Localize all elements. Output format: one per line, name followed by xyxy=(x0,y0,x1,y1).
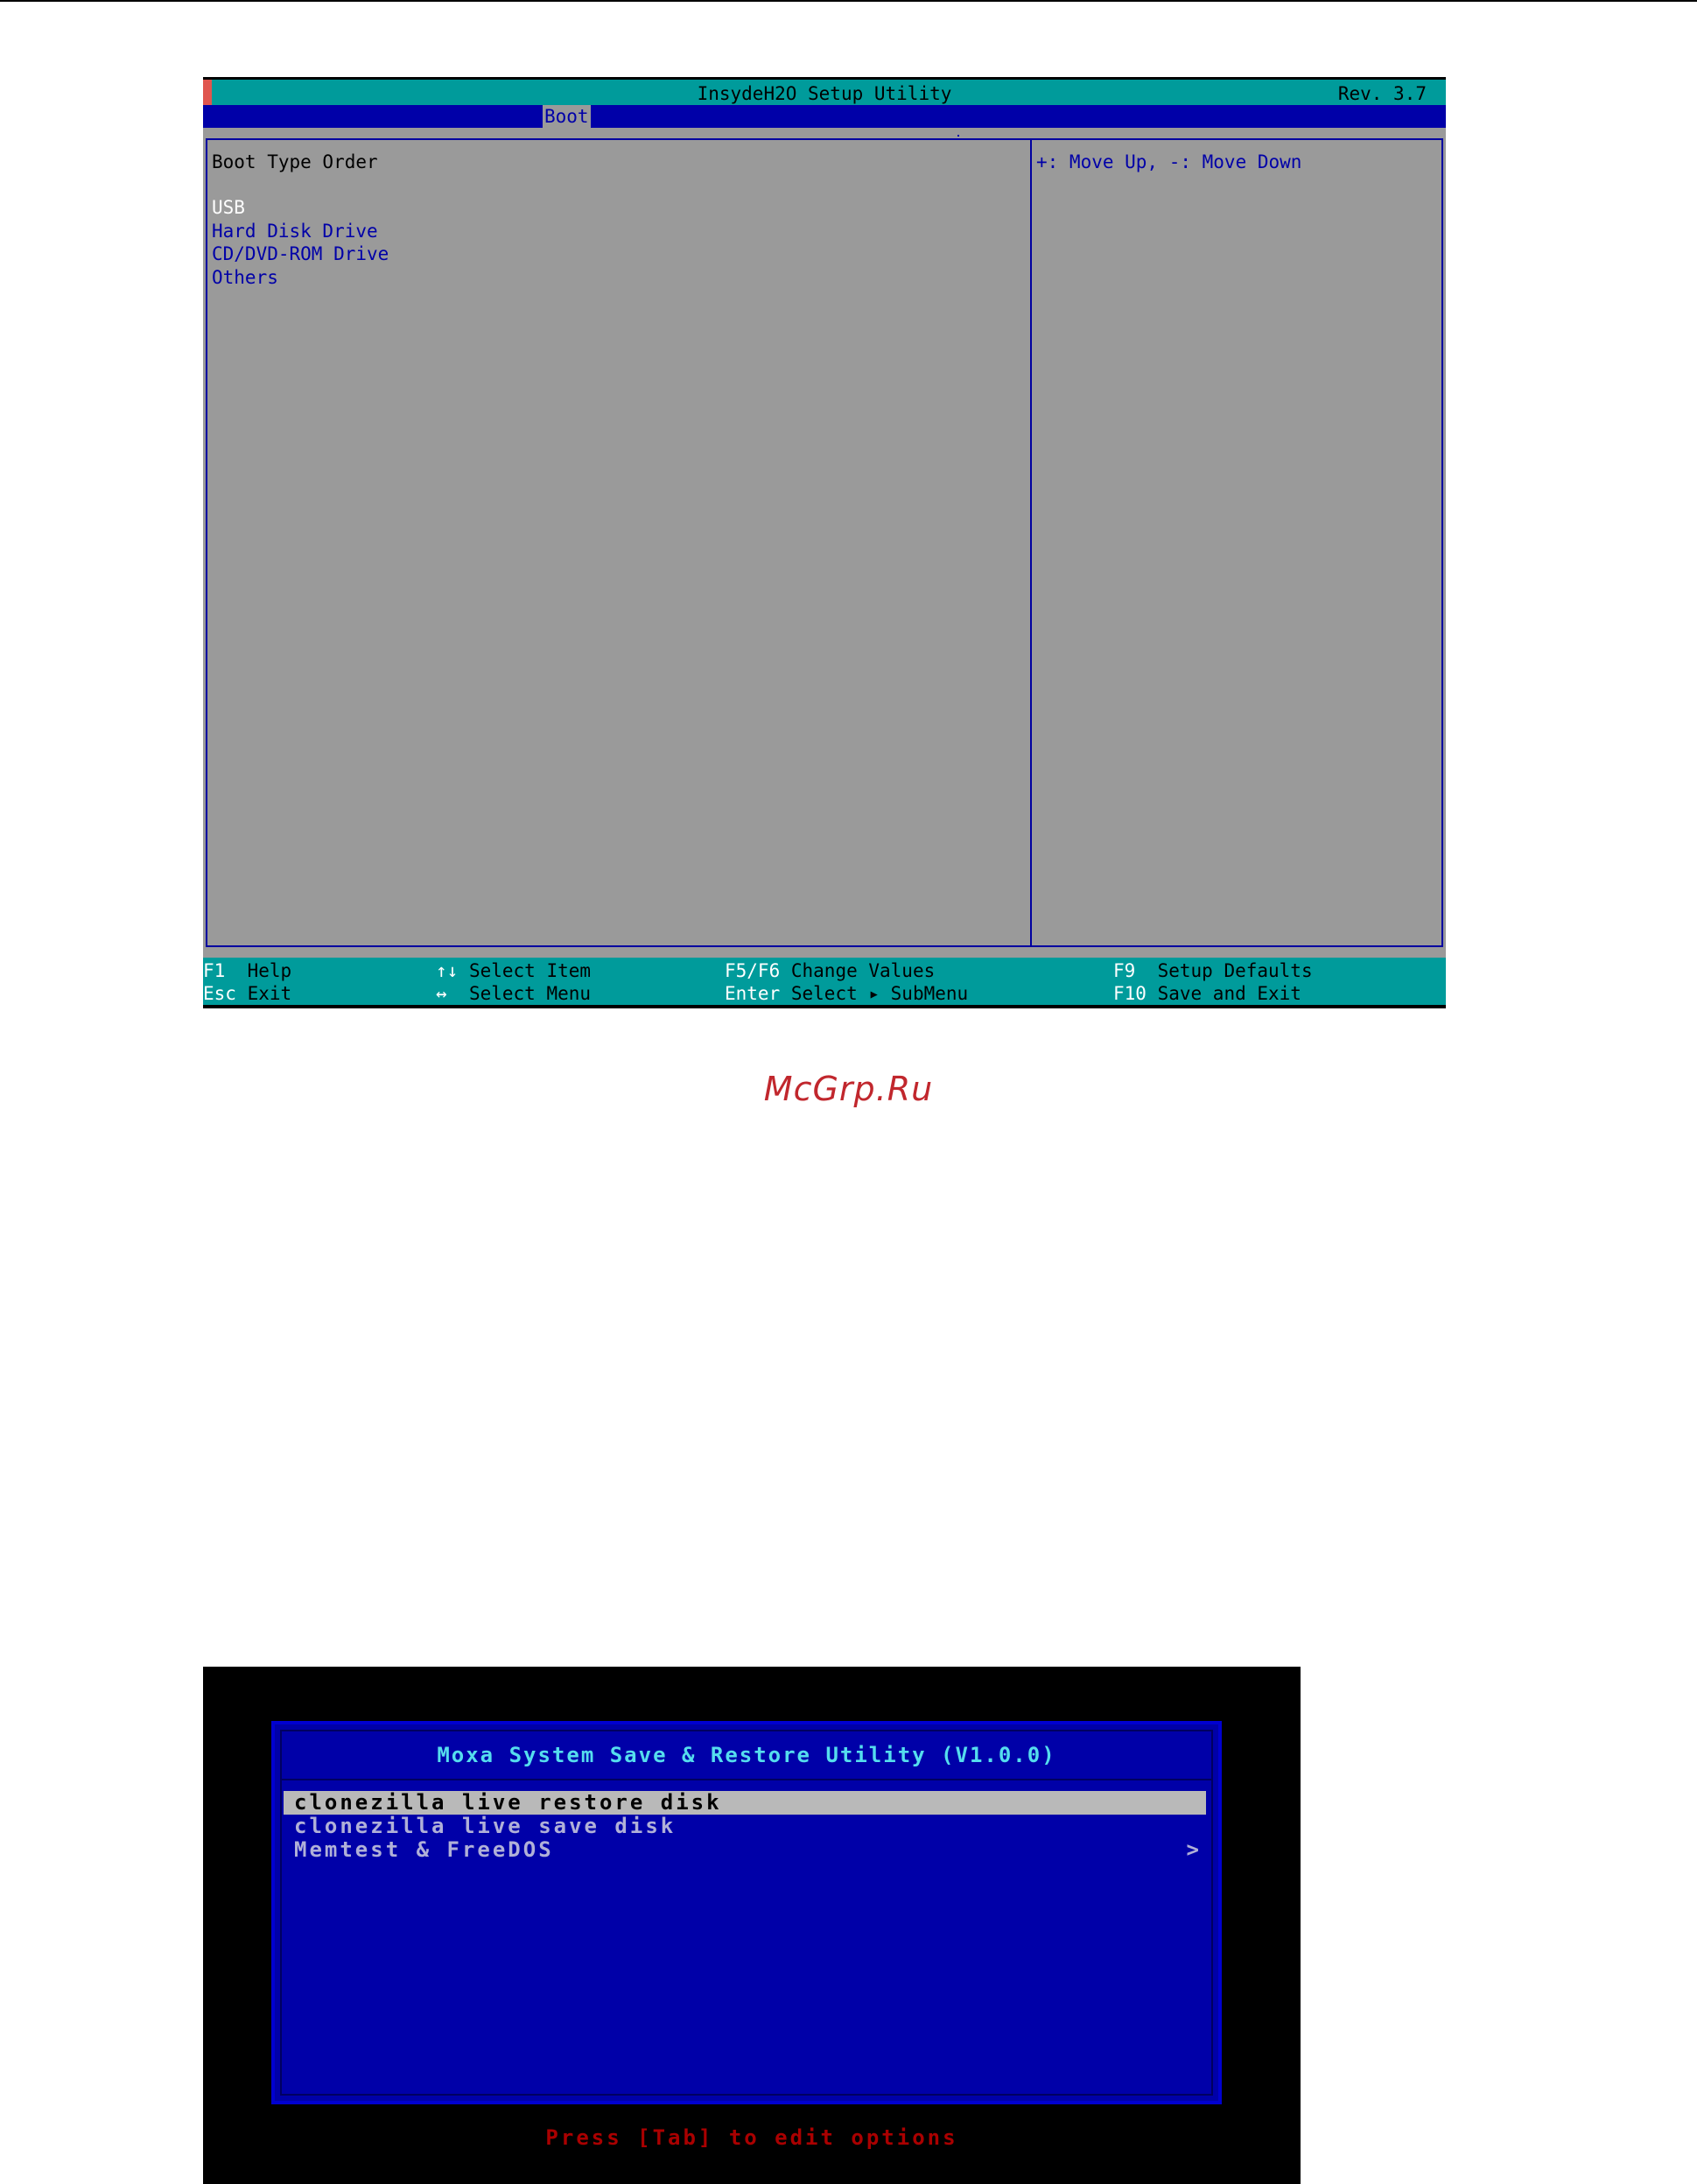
hotkey-setup-defaults-label: Setup Defaults xyxy=(1157,960,1313,981)
hotkey-setup-defaults[interactable]: F9 Setup Defaults xyxy=(1113,959,1313,982)
bios-title: InsydeH2O Setup Utility xyxy=(697,83,952,104)
hotkey-select-item[interactable]: ↑↓ Select Item xyxy=(436,959,591,982)
moxa-boot-screen: Moxa System Save & Restore Utility (V1.0… xyxy=(203,1667,1301,2184)
bios-main-frame xyxy=(206,138,1443,947)
edit-options-hint: Press [Tab] to edit options xyxy=(545,2125,958,2150)
hotkey-help-key: F1 xyxy=(203,960,226,981)
tab-boot[interactable]: Boot xyxy=(543,105,591,128)
moxa-menu-inner-frame: Moxa System Save & Restore Utility (V1.0… xyxy=(280,1730,1213,2096)
moxa-menu-title: Moxa System Save & Restore Utility (V1.0… xyxy=(282,1731,1211,1780)
bios-menu-bar: Boot xyxy=(203,105,1446,128)
top-rule xyxy=(0,0,1697,2)
watermark-text: McGrp.Ru xyxy=(763,1070,934,1108)
bios-help-text: +: Move Up, -: Move Down xyxy=(1036,151,1302,172)
hotkey-save-exit[interactable]: F10 Save and Exit xyxy=(1113,982,1301,1005)
hotkey-exit-key: Esc xyxy=(203,983,236,1004)
bios-panel-divider xyxy=(1030,138,1032,947)
hotkey-select-submenu-label: Select ▸ SubMenu xyxy=(790,983,969,1004)
menu-item-memtest-freedos[interactable]: Memtest & FreeDOS > xyxy=(284,1838,1206,1862)
hotkey-change-values-key: F5/F6 xyxy=(725,960,781,981)
hotkey-exit[interactable]: Esc Exit xyxy=(203,982,291,1005)
bios-status-bar: F1 Help Esc Exit ↑↓ Select Item ↔ Select… xyxy=(203,958,1446,1008)
hotkey-save-exit-key: F10 xyxy=(1113,983,1147,1004)
hotkey-select-menu[interactable]: ↔ Select Menu xyxy=(436,982,591,1005)
boot-order-item-hard-disk[interactable]: Hard Disk Drive xyxy=(212,220,389,243)
hotkey-select-menu-key: ↔ xyxy=(436,983,447,1004)
hotkey-select-item-key: ↑↓ xyxy=(436,960,459,981)
hotkey-change-values[interactable]: F5/F6 Change Values xyxy=(725,959,935,982)
bios-setup-screen: InsydeH2O Setup Utility Rev. 3.7 Boot Bo… xyxy=(203,77,1446,1008)
hotkey-select-menu-label: Select Menu xyxy=(468,983,592,1004)
menu-item-restore-disk[interactable]: clonezilla live restore disk xyxy=(284,1791,1206,1815)
hotkey-help-label: Help xyxy=(247,960,292,981)
bios-title-bar: InsydeH2O Setup Utility Rev. 3.7 xyxy=(203,77,1446,105)
boot-type-order-title: Boot Type Order xyxy=(212,151,378,172)
moxa-menu-panel: Moxa System Save & Restore Utility (V1.0… xyxy=(271,1721,1222,2104)
menu-item-memtest-label: Memtest & FreeDOS xyxy=(294,1837,554,1862)
hotkey-select-submenu-key: Enter xyxy=(725,983,781,1004)
hotkey-setup-defaults-key: F9 xyxy=(1113,960,1136,981)
chevron-right-icon: > xyxy=(1186,1837,1199,1862)
boot-order-list: USB Hard Disk Drive CD/DVD-ROM Drive Oth… xyxy=(212,196,389,289)
boot-order-item-others[interactable]: Others xyxy=(212,266,389,290)
menu-bar-tick xyxy=(957,135,959,137)
hotkey-select-item-label: Select Item xyxy=(468,960,592,981)
boot-order-item-cd-dvd[interactable]: CD/DVD-ROM Drive xyxy=(212,242,389,266)
boot-order-item-usb[interactable]: USB xyxy=(212,196,389,220)
hotkey-change-values-label: Change Values xyxy=(790,960,936,981)
hotkey-save-exit-label: Save and Exit xyxy=(1157,983,1301,1004)
moxa-menu-list: clonezilla live restore disk clonezilla … xyxy=(284,1791,1206,1862)
hotkey-help[interactable]: F1 Help xyxy=(203,959,291,982)
hotkey-exit-label: Exit xyxy=(247,983,292,1004)
hotkey-select-submenu[interactable]: Enter Select ▸ SubMenu xyxy=(725,982,968,1005)
bios-revision: Rev. 3.7 xyxy=(1337,83,1427,104)
menu-item-save-disk[interactable]: clonezilla live save disk xyxy=(284,1815,1206,1838)
